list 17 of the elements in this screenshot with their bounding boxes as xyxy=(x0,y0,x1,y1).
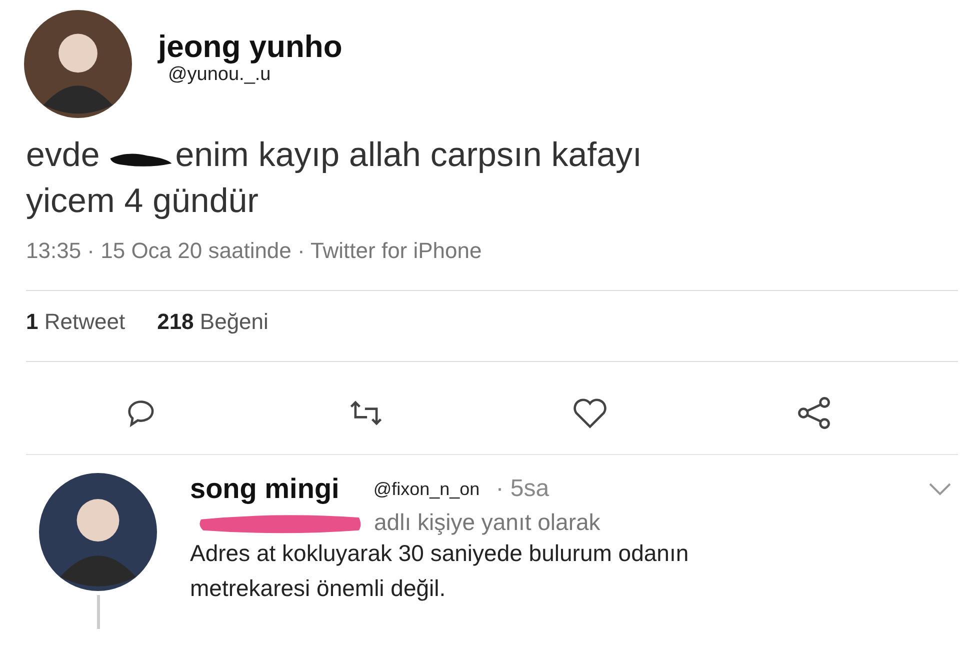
user-name: song mingi xyxy=(190,473,340,505)
reply-time: · 5sa xyxy=(496,475,550,503)
reply-text: Adres at kokluyarak 30 saniyede bulurum odanın xyxy=(190,539,690,568)
user-handle: @fixon_n_on xyxy=(373,478,480,500)
stat-count[interactable]: 218 Beğeni xyxy=(157,309,268,335)
user-handle: @yunou._.u xyxy=(168,64,272,86)
user-name: jeong yunho xyxy=(158,30,342,64)
chevron-icon[interactable] xyxy=(928,482,952,496)
tweet-text: evde xyxy=(26,135,101,176)
stat-count[interactable]: 1 Retweet xyxy=(26,309,126,335)
reply-to-text: adlı kişiye yanıt olarak xyxy=(374,509,600,536)
tweet-meta: 13:35 · 15 Oca 20 saatinde · Twitter for iPhone xyxy=(25,237,483,264)
tweet-text: yicem 4 gündür xyxy=(26,181,258,222)
tweet-text: enim kayıp allah carpsın kafayı xyxy=(175,135,642,176)
share-icon[interactable] xyxy=(795,394,833,432)
reply-text: metrekaresi önemli değil. xyxy=(190,574,447,603)
thread-line xyxy=(96,595,100,629)
